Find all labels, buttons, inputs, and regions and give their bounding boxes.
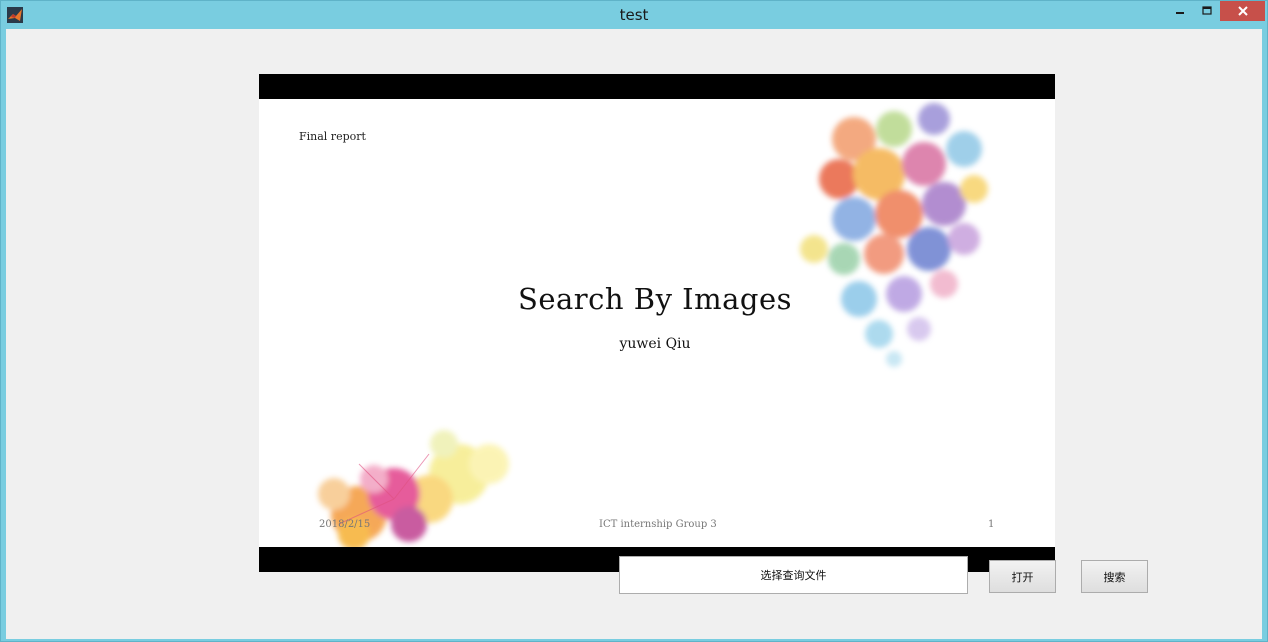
app-window: test Final report Search By Images yuwei… — [0, 0, 1268, 642]
image-preview: Final report Search By Images yuwei Qiu … — [259, 74, 1055, 572]
close-icon — [1237, 6, 1248, 16]
slide-title: Search By Images — [517, 282, 793, 316]
slide-image: Final report Search By Images yuwei Qiu … — [259, 99, 1055, 547]
window-title: test — [619, 6, 649, 24]
close-button[interactable] — [1220, 1, 1265, 21]
slide-footer-text: ICT internship Group 3 — [599, 519, 717, 530]
flower-illustration-top — [800, 103, 988, 367]
slide-page-number: 1 — [988, 519, 995, 530]
maximize-icon — [1202, 6, 1212, 15]
title-bar[interactable]: test — [1, 1, 1267, 29]
search-button[interactable]: 搜索 — [1081, 560, 1148, 593]
slide-label: Final report — [299, 130, 366, 143]
client-area: Final report Search By Images yuwei Qiu … — [6, 29, 1262, 639]
minimize-icon — [1176, 12, 1184, 14]
slide-date: 2018/2/15 — [319, 519, 371, 530]
minimize-button[interactable] — [1166, 1, 1194, 21]
open-button[interactable]: 打开 — [989, 560, 1056, 593]
maximize-button[interactable] — [1194, 1, 1220, 21]
select-query-file-button[interactable]: 选择查询文件 — [619, 556, 968, 594]
slide-author: yuwei Qiu — [619, 336, 691, 352]
